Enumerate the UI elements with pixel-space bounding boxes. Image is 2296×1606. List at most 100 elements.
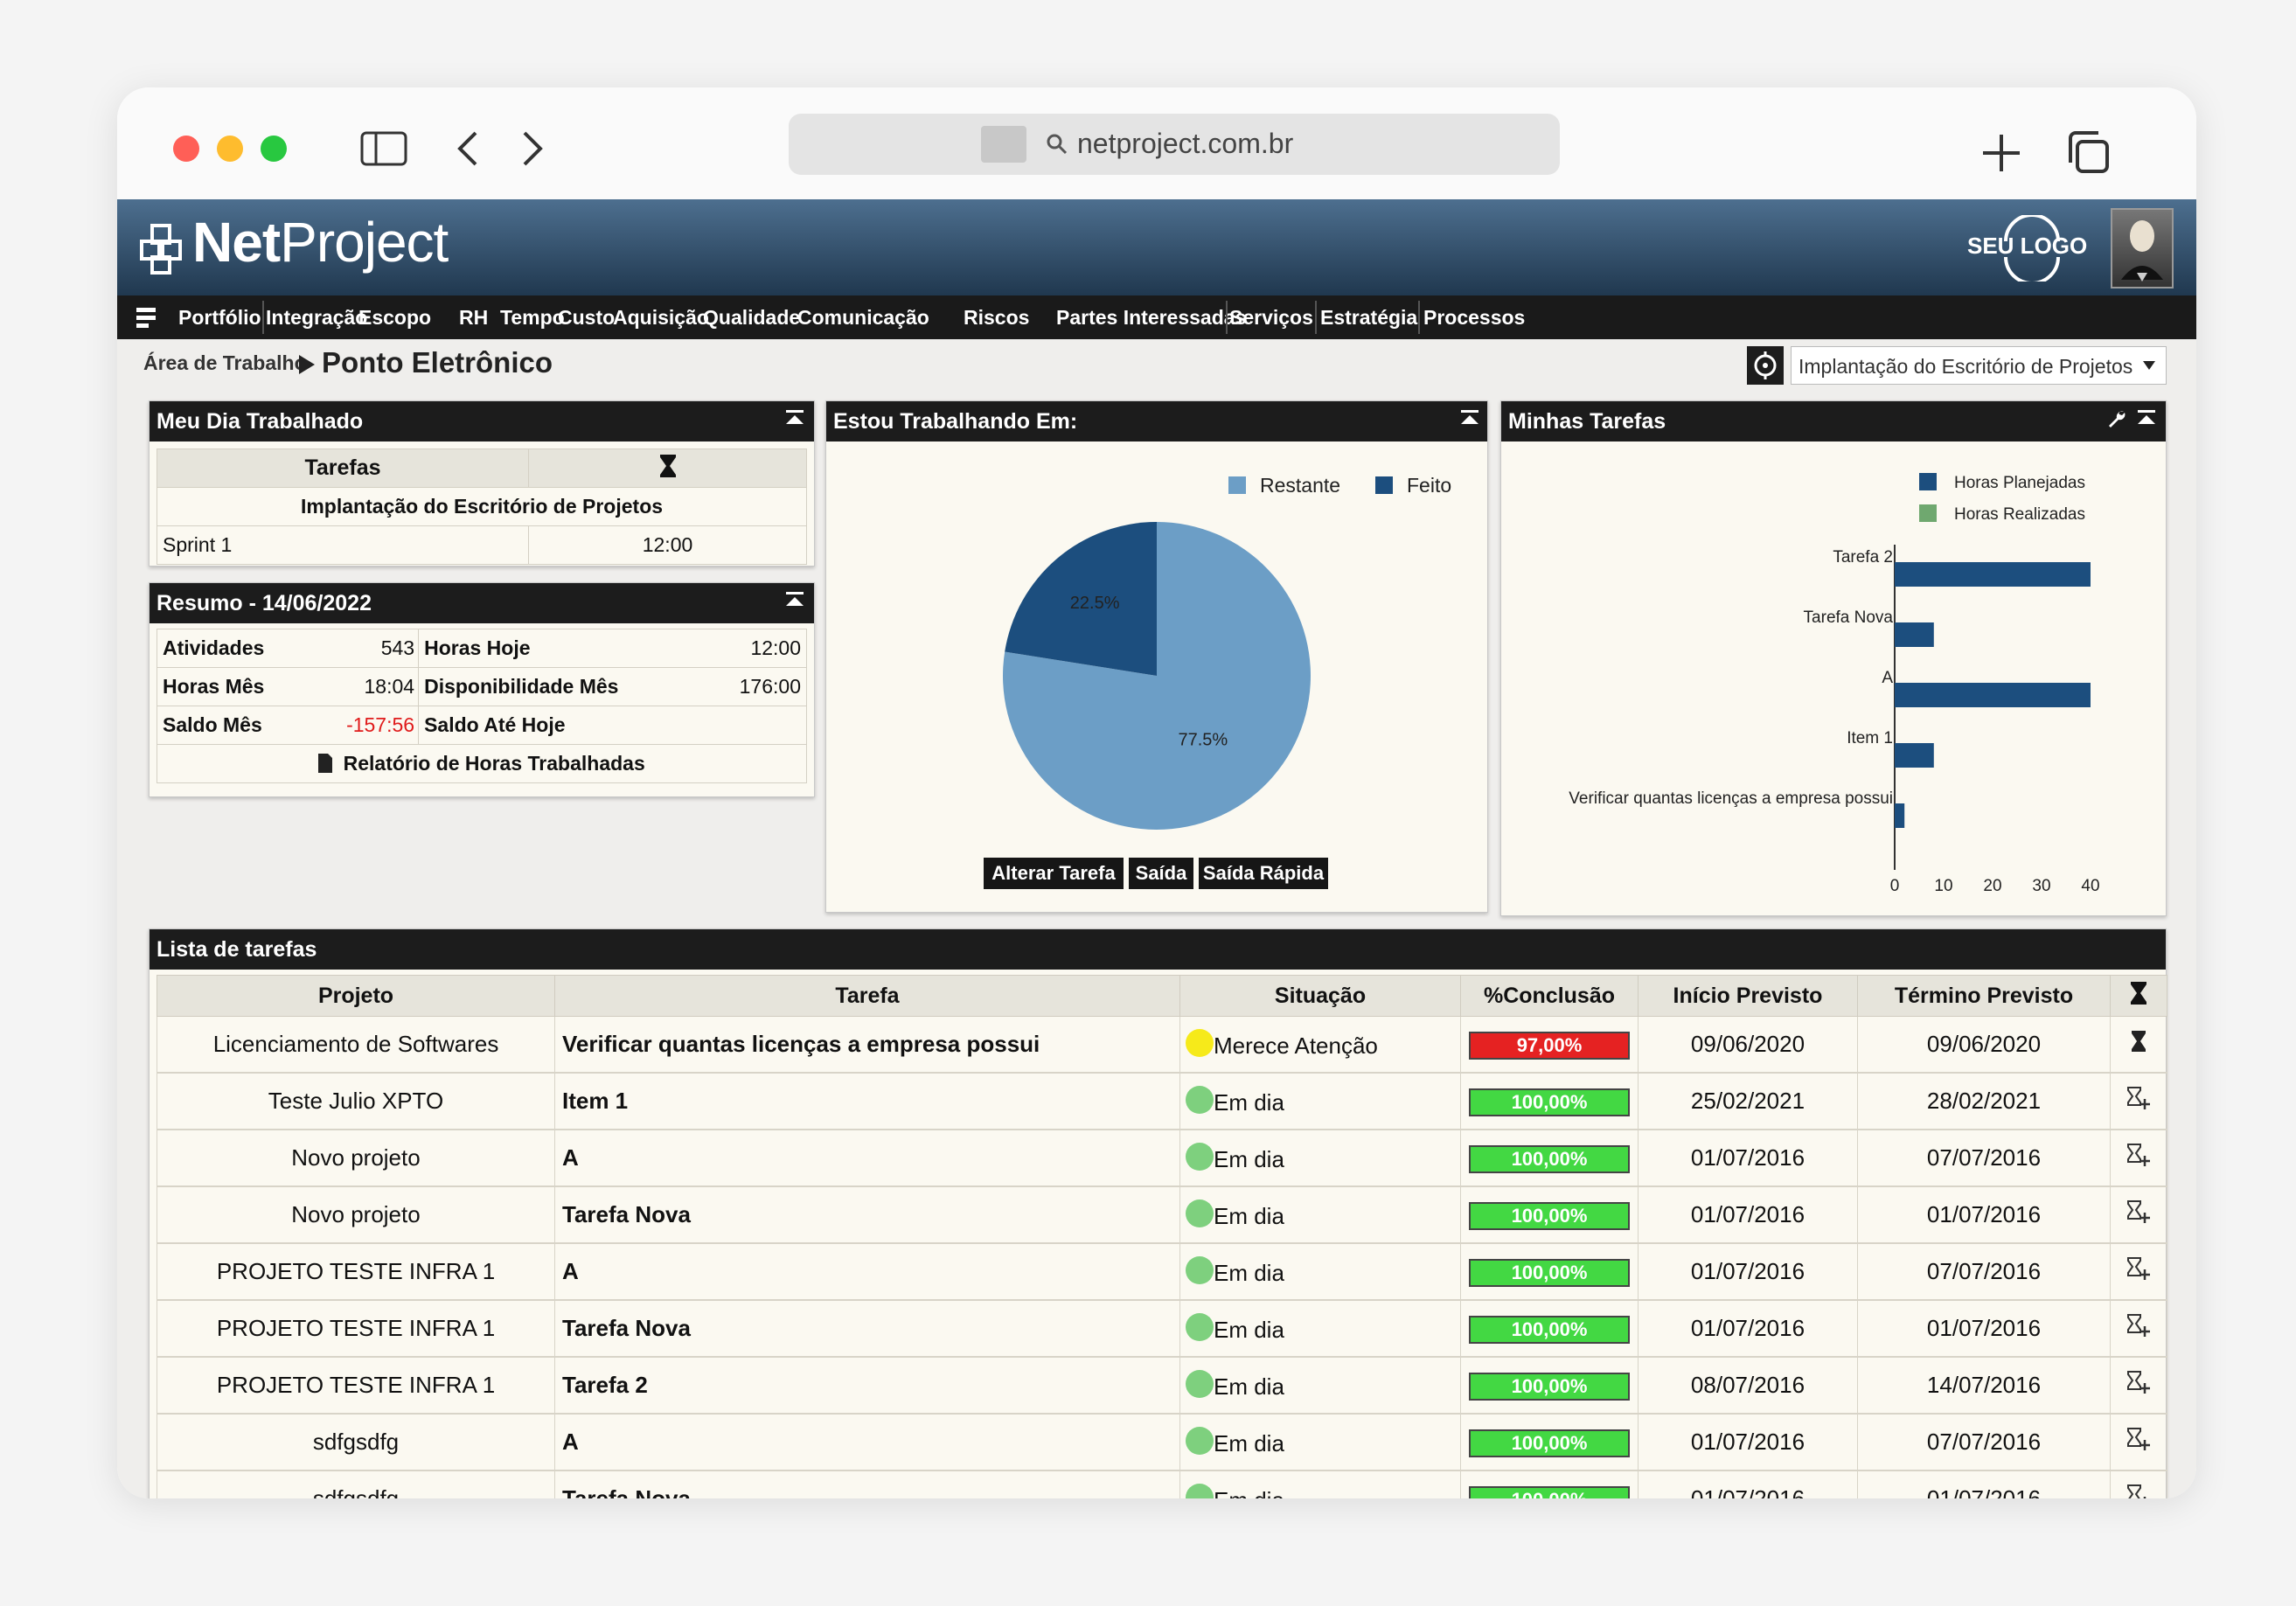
menu-item[interactable]: RH [459,295,488,339]
cell-projeto: sdfgsdfg [157,1470,555,1498]
table-row[interactable]: PROJETO TESTE INFRA 1 Tarefa Nova Em dia 10… [157,1300,2167,1358]
table-row[interactable]: sdfgsdfg A Em dia 100,00% 01/07/2016 07/07/20… [157,1414,2167,1471]
menu-item[interactable]: Custo [558,295,615,339]
menu-item[interactable]: Integração [266,295,367,339]
cell-action[interactable] [2110,1186,2167,1244]
resumo-table: Atividades 543 Horas Hoje 12:00 Horas Mê… [157,629,808,783]
breadcrumb-parent[interactable]: Área de Trabalho [143,351,307,375]
menu-hamburger-icon[interactable] [136,308,157,329]
hourglass-plus-icon[interactable] [2127,1484,2150,1498]
minimize-window-button[interactable] [217,136,243,162]
cell-action[interactable] [2110,1016,2167,1074]
chevron-down-icon [2143,361,2155,370]
meu-dia-title: Meu Dia Trabalhado [150,401,814,441]
table-row[interactable]: Teste Julio XPTO Item 1 Em dia 100,00% 25/02… [157,1073,2167,1130]
cell-action[interactable] [2110,1130,2167,1187]
menu-item[interactable]: Qualidade [703,295,800,339]
y-tick-label: Tarefa Nova [1804,608,1894,627]
bar[interactable] [1895,683,2091,707]
saida-button[interactable]: Saída [1129,858,1193,889]
new-tab-icon[interactable] [1979,131,2023,175]
sidebar-toggle-icon[interactable] [360,131,407,166]
hourglass-plus-icon[interactable] [2127,1144,2150,1166]
alterar-tarefa-button[interactable]: Alterar Tarefa [984,858,1124,889]
hourglass-plus-icon[interactable] [2127,1087,2150,1109]
cell-tarefa[interactable]: Item 1 [554,1073,1180,1130]
col-conclusao[interactable]: %Conclusão [1460,975,1639,1017]
estou-title: Estou Trabalhando Em: [826,401,1487,441]
cell-tarefa[interactable]: Tarefa Nova [554,1300,1180,1358]
cell-tarefa[interactable]: Tarefa 2 [554,1357,1180,1415]
forward-arrow-icon[interactable] [519,129,546,168]
collapse-icon[interactable] [1459,408,1480,429]
hourglass-plus-icon[interactable] [2127,1200,2150,1223]
app-logo[interactable]: NetProject [192,210,449,275]
document-icon [318,754,333,773]
cell-tarefa[interactable]: A [554,1414,1180,1471]
collapse-icon[interactable] [784,590,805,611]
bar[interactable] [1895,803,1905,828]
col-projeto[interactable]: Projeto [157,975,555,1017]
table-row[interactable]: Novo projeto Tarefa Nova Em dia 100,00% 01/0… [157,1186,2167,1244]
cell-tarefa[interactable]: Tarefa Nova [554,1186,1180,1244]
menu-item[interactable]: Portfólio [178,295,261,339]
status-dot [1186,1370,1214,1398]
project-target-button[interactable] [1747,346,1784,385]
table-row[interactable]: Licenciamento de Softwares Verificar quan… [157,1016,2167,1074]
cell-projeto: Licenciamento de Softwares [157,1016,555,1074]
wrench-icon[interactable] [2106,408,2127,429]
hourglass-plus-icon[interactable] [2127,1257,2150,1280]
table-row[interactable]: PROJETO TESTE INFRA 1 A Em dia 100,00% 01/07… [157,1243,2167,1301]
menu-separator [262,301,264,334]
cell-action[interactable] [2110,1470,2167,1498]
col-termino[interactable]: Término Previsto [1857,975,2111,1017]
cell-action[interactable] [2110,1300,2167,1358]
menu-item[interactable]: Serviços [1229,295,1313,339]
table-row[interactable]: Novo projeto A Em dia 100,00% 01/07/2016 07/0… [157,1130,2167,1187]
cell-action[interactable] [2110,1414,2167,1471]
hourglass-plus-icon[interactable] [2127,1371,2150,1394]
status-text: Merece Atenção [1214,1032,1378,1059]
cell-tarefa[interactable]: Verificar quantas licenças a empresa pos… [554,1016,1180,1074]
saida-rapida-button[interactable]: Saída Rápida [1199,858,1328,889]
sprint-name[interactable]: Sprint 1 [157,525,529,565]
maximize-window-button[interactable] [261,136,287,162]
bar[interactable] [1895,622,1934,647]
address-bar[interactable]: netproject.com.br [789,114,1560,175]
collapse-icon[interactable] [2136,408,2157,429]
back-arrow-icon[interactable] [455,129,481,168]
report-link[interactable]: Relatório de Horas Trabalhadas [157,744,807,783]
bar[interactable] [1895,562,2091,587]
close-window-button[interactable] [173,136,199,162]
col-situacao[interactable]: Situação [1179,975,1461,1017]
bar[interactable] [1895,743,1934,768]
table-row[interactable]: sdfgsdfgTarefa Nova Em dia 100,00% 01/07/20… [157,1470,2167,1498]
cell-action[interactable] [2110,1243,2167,1301]
project-select[interactable]: Implantação do Escritório de Projetos [1791,346,2167,385]
progress-bar: 100,00% [1469,1372,1630,1401]
menu-item[interactable]: Escopo [358,295,431,339]
menu-item[interactable]: Estratégia [1320,295,1417,339]
table-row[interactable]: PROJETO TESTE INFRA 1 Tarefa 2 Em dia 100,0… [157,1357,2167,1415]
menu-item[interactable]: Aquisição [613,295,709,339]
cell-action[interactable] [2110,1073,2167,1130]
cell-tarefa[interactable]: A [554,1243,1180,1301]
hourglass-plus-icon[interactable] [2127,1314,2150,1337]
collapse-icon[interactable] [784,408,805,429]
hourglass-plus-icon[interactable] [2127,1428,2150,1450]
minhas-panel: Minhas Tarefas Tarefa 2 Tarefa Nova A Item … [1500,400,2167,916]
col-inicio[interactable]: Início Previsto [1638,975,1858,1017]
cell-tarefa[interactable]: A [554,1130,1180,1187]
tabs-overview-icon[interactable] [2065,129,2111,175]
menu-item[interactable]: Riscos [964,295,1029,339]
menu-item[interactable]: Processos [1423,295,1525,339]
col-tarefa[interactable]: Tarefa [554,975,1180,1017]
url-text[interactable]: netproject.com.br [1077,128,1293,160]
user-avatar[interactable] [2111,208,2174,289]
menu-item[interactable]: Partes Interessadas [1056,295,1246,339]
menu-item[interactable]: Comunicação [797,295,929,339]
hourglass-icon[interactable] [2132,1031,2146,1052]
menu-item[interactable]: Tempo [500,295,565,339]
cell-action[interactable] [2110,1357,2167,1415]
cell-tarefa[interactable]: Tarefa Nova [554,1470,1180,1498]
